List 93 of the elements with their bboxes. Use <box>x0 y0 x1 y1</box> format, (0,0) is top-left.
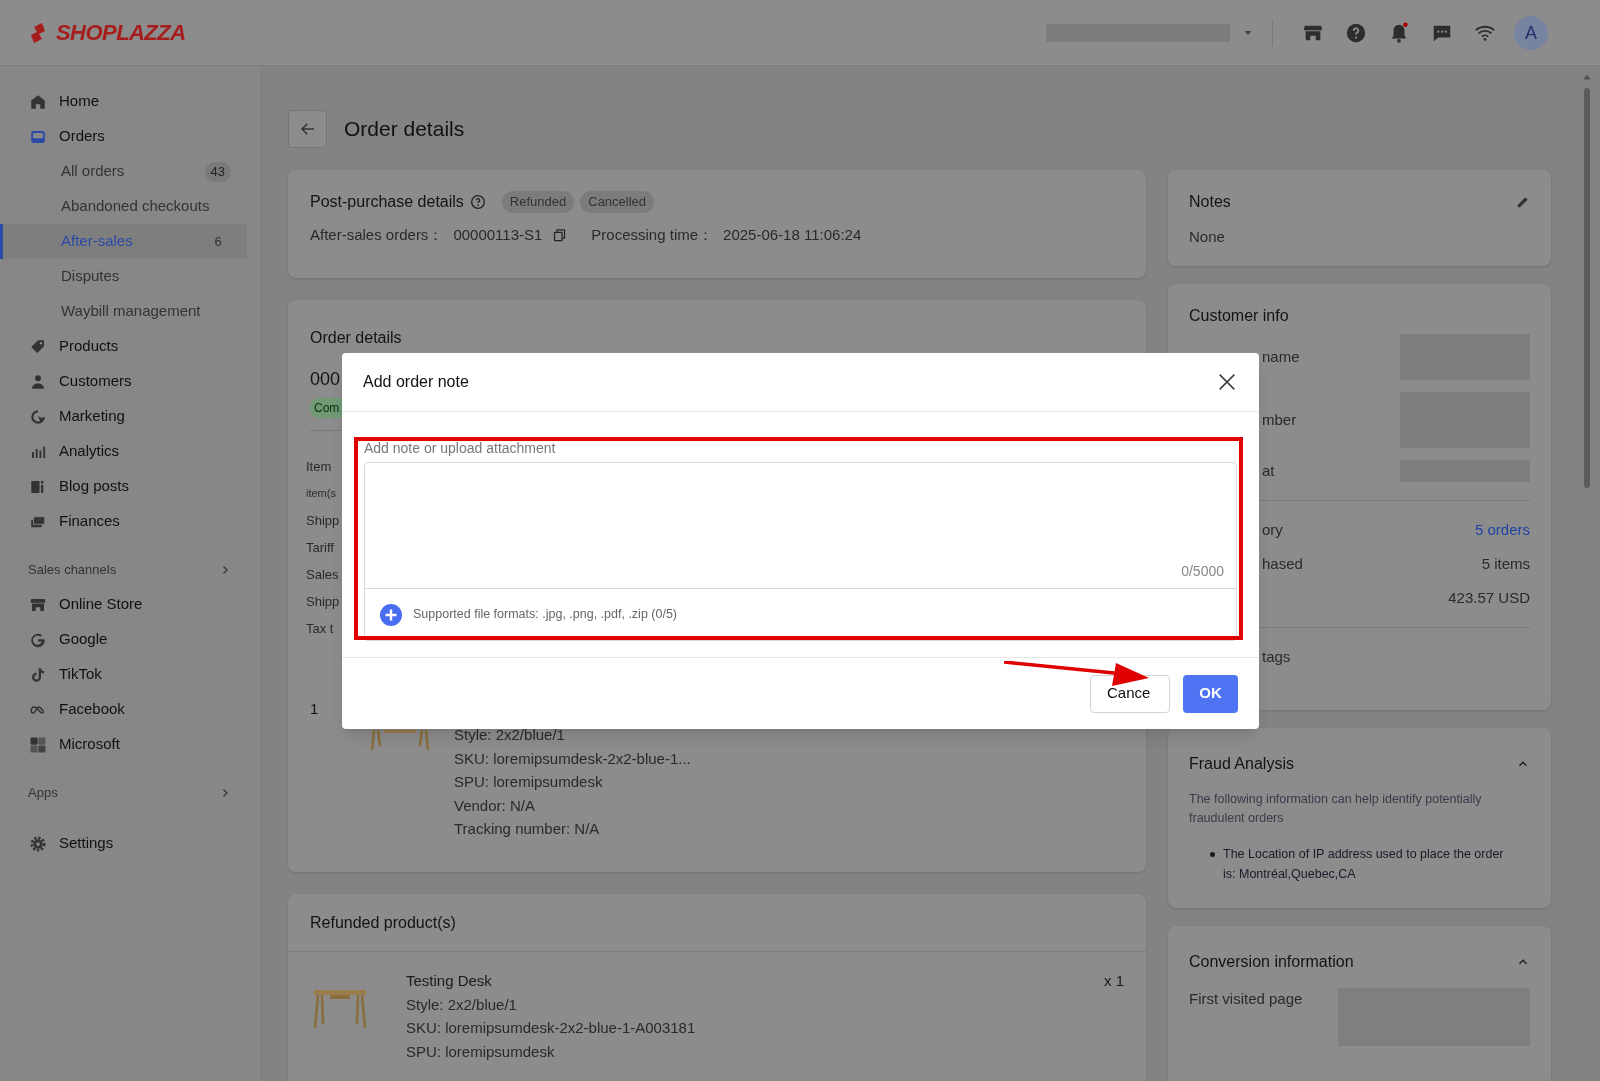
card-title: Notes <box>1189 192 1231 212</box>
plus-icon[interactable] <box>379 602 403 627</box>
quantity: x 1 <box>1104 971 1124 991</box>
char-counter: 0/5000 <box>1181 562 1224 581</box>
status-badge: Refunded <box>501 191 575 213</box>
item-detail: Style: 2x2/blue/1 <box>406 994 518 1015</box>
nav-item[interactable]: All orders 43 <box>0 154 247 189</box>
copy-icon[interactable] <box>552 227 568 243</box>
card-title: Refunded product(s) <box>288 894 1146 952</box>
field-label: After-sales orders： <box>310 225 444 245</box>
item-detail: SPU: loremipsumdesk <box>454 772 604 792</box>
page-title: Order details <box>344 116 465 143</box>
card-title: Post-purchase details <box>310 192 464 212</box>
nav-item[interactable]: Google <box>0 622 247 657</box>
nav-item[interactable]: Blog posts <box>0 469 247 504</box>
avatar[interactable]: A <box>1514 15 1548 50</box>
close-icon[interactable] <box>1216 371 1238 393</box>
nav-item[interactable]: Customers <box>0 364 247 399</box>
field-label: hased <box>1262 553 1303 574</box>
status-badge: Com <box>310 398 342 418</box>
ok-button[interactable]: OK <box>1183 674 1238 713</box>
field-label: at <box>1262 460 1275 481</box>
row-label: Shipp <box>306 592 340 611</box>
help-icon[interactable] <box>469 194 486 210</box>
status-badge: Cancelled <box>580 191 655 213</box>
nav-item[interactable]: Orders <box>0 119 247 154</box>
field-label: First visited page <box>1189 989 1303 1009</box>
field-label: tags <box>1262 646 1291 667</box>
music-note-icon <box>29 665 47 684</box>
notes-value: None <box>1189 227 1226 247</box>
target-cursor-icon <box>29 407 47 426</box>
section-label: Apps <box>28 784 59 803</box>
logo-text: SHOPLAZZA <box>56 19 186 47</box>
item-detail: SKU: loremipsumdesk-2x2-blue-1... <box>454 748 691 769</box>
person-icon <box>29 372 47 391</box>
nav-item[interactable]: Disputes <box>0 259 247 294</box>
card-title: Customer info <box>1189 306 1290 326</box>
modal-title: Add order note <box>363 372 469 392</box>
nav-item[interactable]: Microsoft <box>0 727 247 762</box>
field-value: 00000113-S1 <box>453 225 543 245</box>
field-label: name <box>1262 346 1300 367</box>
scroll-up-icon <box>1582 72 1592 82</box>
item-detail: Vendor: N/A <box>454 795 536 816</box>
item-count: 43 <box>204 161 231 182</box>
item-detail: Style: 2x2/blue/1 <box>454 725 566 745</box>
row-label: Item <box>306 457 332 476</box>
card-title: Conversion information <box>1189 952 1354 972</box>
tag-icon <box>29 337 47 356</box>
product-name: Testing Desk <box>406 971 493 991</box>
pencil-icon[interactable] <box>1516 195 1530 209</box>
scrollbar-thumb[interactable] <box>1584 88 1590 488</box>
bullet-text: The Location of IP address used to place the order is: Montréal,Quebec,CA <box>1223 846 1505 883</box>
item-count: 6 <box>213 232 223 251</box>
field-label: Add note or upload attachment <box>364 439 557 458</box>
field-value: 423.57 USD <box>1448 587 1530 608</box>
nav-item[interactable]: After-sales 6 <box>0 224 247 259</box>
nav-item[interactable]: Products <box>0 329 247 364</box>
field-value: 2025-06-18 11:06:24 <box>723 225 862 245</box>
row-label: Tariff <box>306 538 334 557</box>
section-label: Sales channels <box>28 561 118 580</box>
help-icon[interactable] <box>1344 21 1367 44</box>
row-label: Sales <box>306 565 339 584</box>
item-detail: SKU: loremipsumdesk-2x2-blue-1-A003181 <box>406 1018 697 1038</box>
format-hint: Supported file formats: .jpg, .png, .pdf, .zip (0/5) <box>413 606 678 624</box>
card-title: Order details <box>310 328 403 346</box>
settings-icon <box>29 834 47 853</box>
nav-item[interactable]: Abandoned checkouts <box>0 189 247 224</box>
nav-item[interactable]: Finances <box>0 504 247 539</box>
line-index: 1 <box>310 699 320 719</box>
nav-item[interactable]: Waybill management <box>0 294 247 329</box>
back-button[interactable] <box>288 110 327 148</box>
row-label: Shipp <box>306 511 340 530</box>
order-number: 000 <box>310 368 342 390</box>
nav-item[interactable]: Marketing <box>0 399 247 434</box>
field-label: mber <box>1262 409 1297 430</box>
row-label: item(s <box>306 486 336 502</box>
field-value: 5 items <box>1481 553 1530 574</box>
arrow-left-icon <box>298 120 317 138</box>
description: The following information can help identify potentially fraudulent orders <box>1189 791 1483 827</box>
nav-item[interactable]: Home <box>0 84 247 119</box>
field-label: ory <box>1262 519 1283 540</box>
nav-item[interactable]: Online Store <box>0 587 247 622</box>
nav-item[interactable]: Facebook <box>0 692 247 727</box>
cancel-button[interactable]: Cance <box>1090 674 1170 713</box>
nav-item[interactable]: Analytics <box>0 434 247 469</box>
item-detail: Tracking number: N/A <box>454 819 601 839</box>
field-label: Processing time： <box>591 225 714 245</box>
card-title: Fraud Analysis <box>1189 754 1294 774</box>
item-detail: SPU: loremipsumdesk <box>406 1041 556 1062</box>
nav-item[interactable]: Settings <box>0 826 247 861</box>
nav-item[interactable]: TikTok <box>0 657 247 692</box>
four-squares-icon <box>29 735 47 754</box>
row-label: Tax t <box>306 619 334 638</box>
